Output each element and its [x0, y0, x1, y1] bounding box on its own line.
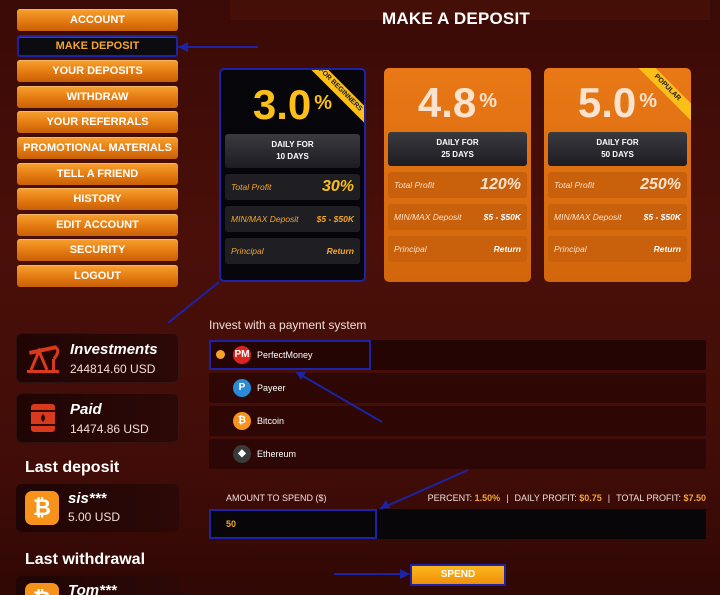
plan-total-profit-row: Total Profit 120%	[388, 172, 527, 198]
profit-summary: PERCENT: 1.50% | DAILY PROFIT: $0.75 | TOTAL…	[427, 493, 706, 503]
spend-button[interactable]: SPEND	[410, 564, 506, 586]
last-deposit-card: ₿ sis*** 5.00 USD	[16, 484, 179, 532]
bitcoin-icon: ₿	[25, 583, 59, 595]
plan-minmax-row: MIN/MAX Deposit $5 - $50K	[225, 206, 360, 232]
bitcoin-icon: ₿	[25, 491, 59, 525]
plan-card-1[interactable]: FOR BEGINNERS 3.0% DAILY FOR 10 DAYS Tota…	[219, 68, 366, 282]
last-withdrawal-title: Last withdrawal	[25, 551, 146, 568]
payment-name: Payeer	[257, 383, 286, 393]
payment-option-ethereum[interactable]: ◆ Ethereum	[209, 439, 706, 469]
ethereum-icon: ◆	[233, 445, 251, 463]
oil-pump-icon	[27, 345, 60, 373]
plan-period: DAILY FOR 25 DAYS	[388, 132, 527, 166]
plan-period: DAILY FOR 50 DAYS	[548, 132, 687, 166]
investments-card: Investments 244814.60 USD	[16, 333, 179, 383]
page-title: MAKE A DEPOSIT	[382, 9, 530, 28]
menu-item-your-referrals[interactable]: YOUR REFERRALS	[17, 111, 178, 134]
menu-item-your-deposits[interactable]: YOUR DEPOSITS	[17, 60, 178, 83]
menu-item-promotional-materials[interactable]: PROMOTIONAL MATERIALS	[17, 136, 178, 159]
menu-item-withdraw[interactable]: WITHDRAW	[17, 85, 178, 108]
last-withdrawal-card: ₿ Tom***	[16, 576, 179, 595]
payeer-icon: P	[233, 379, 251, 397]
amount-input[interactable]	[209, 509, 377, 539]
plan-total-profit-row: Total Profit 30%	[225, 174, 360, 200]
sidebar-menu: ACCOUNT MAKE DEPOSIT YOUR DEPOSITS WITHD…	[17, 9, 178, 291]
paid-value: 14474.86 USD	[70, 422, 149, 436]
menu-item-logout[interactable]: LOGOUT	[17, 264, 178, 287]
plan-period: DAILY FOR 10 DAYS	[225, 134, 360, 168]
payment-option-payeer[interactable]: P Payeer	[209, 373, 706, 403]
menu-item-make-deposit[interactable]: MAKE DEPOSIT	[17, 34, 178, 57]
plan-rate: 5.0%	[577, 79, 658, 126]
menu-item-account[interactable]: ACCOUNT	[17, 9, 178, 31]
bitcoin-icon: ₿	[233, 412, 251, 430]
menu-item-history[interactable]: HISTORY	[17, 188, 178, 211]
plan-total-profit-row: Total Profit 250%	[548, 172, 687, 198]
last-deposit-user: sis***	[68, 490, 107, 507]
plan-card-2[interactable]: 4.8% DAILY FOR 25 DAYS Total Profit 120% M…	[384, 68, 531, 282]
payment-title: Invest with a payment system	[209, 318, 367, 332]
investments-value: 244814.60 USD	[70, 362, 156, 376]
oil-barrel-icon	[31, 404, 55, 432]
selection-highlight	[209, 340, 371, 370]
plan-principal-row: Principal Return	[548, 236, 687, 262]
paid-title: Paid	[70, 401, 102, 418]
payment-name: Bitcoin	[257, 416, 285, 426]
plan-rate: 4.8%	[417, 79, 498, 126]
plan-card-3[interactable]: POPULAR 5.0% DAILY FOR 50 DAYS Total Prof…	[544, 68, 691, 282]
last-deposit-title: Last deposit	[25, 459, 120, 476]
last-deposit-amount: 5.00 USD	[68, 510, 121, 524]
plan-principal-row: Principal Return	[225, 238, 360, 264]
investments-title: Investments	[70, 341, 158, 358]
last-withdrawal-user: Tom***	[68, 582, 117, 595]
paid-card: Paid 14474.86 USD	[16, 393, 179, 443]
plan-minmax-row: MIN/MAX Deposit $5 - $50K	[388, 204, 527, 230]
payment-option-bitcoin[interactable]: ₿ Bitcoin	[209, 406, 706, 436]
plan-rate: 3.0%	[252, 81, 333, 128]
plan-principal-row: Principal Return	[388, 236, 527, 262]
payment-name: Ethereum	[257, 449, 297, 459]
menu-item-security[interactable]: SECURITY	[17, 239, 178, 262]
amount-label: AMOUNT TO SPEND ($)	[226, 493, 327, 503]
menu-item-tell-a-friend[interactable]: TELL A FRIEND	[17, 162, 178, 185]
amount-row	[209, 509, 706, 539]
menu-item-edit-account[interactable]: EDIT ACCOUNT	[17, 213, 178, 236]
plan-minmax-row: MIN/MAX Deposit $5 - $50K	[548, 204, 687, 230]
